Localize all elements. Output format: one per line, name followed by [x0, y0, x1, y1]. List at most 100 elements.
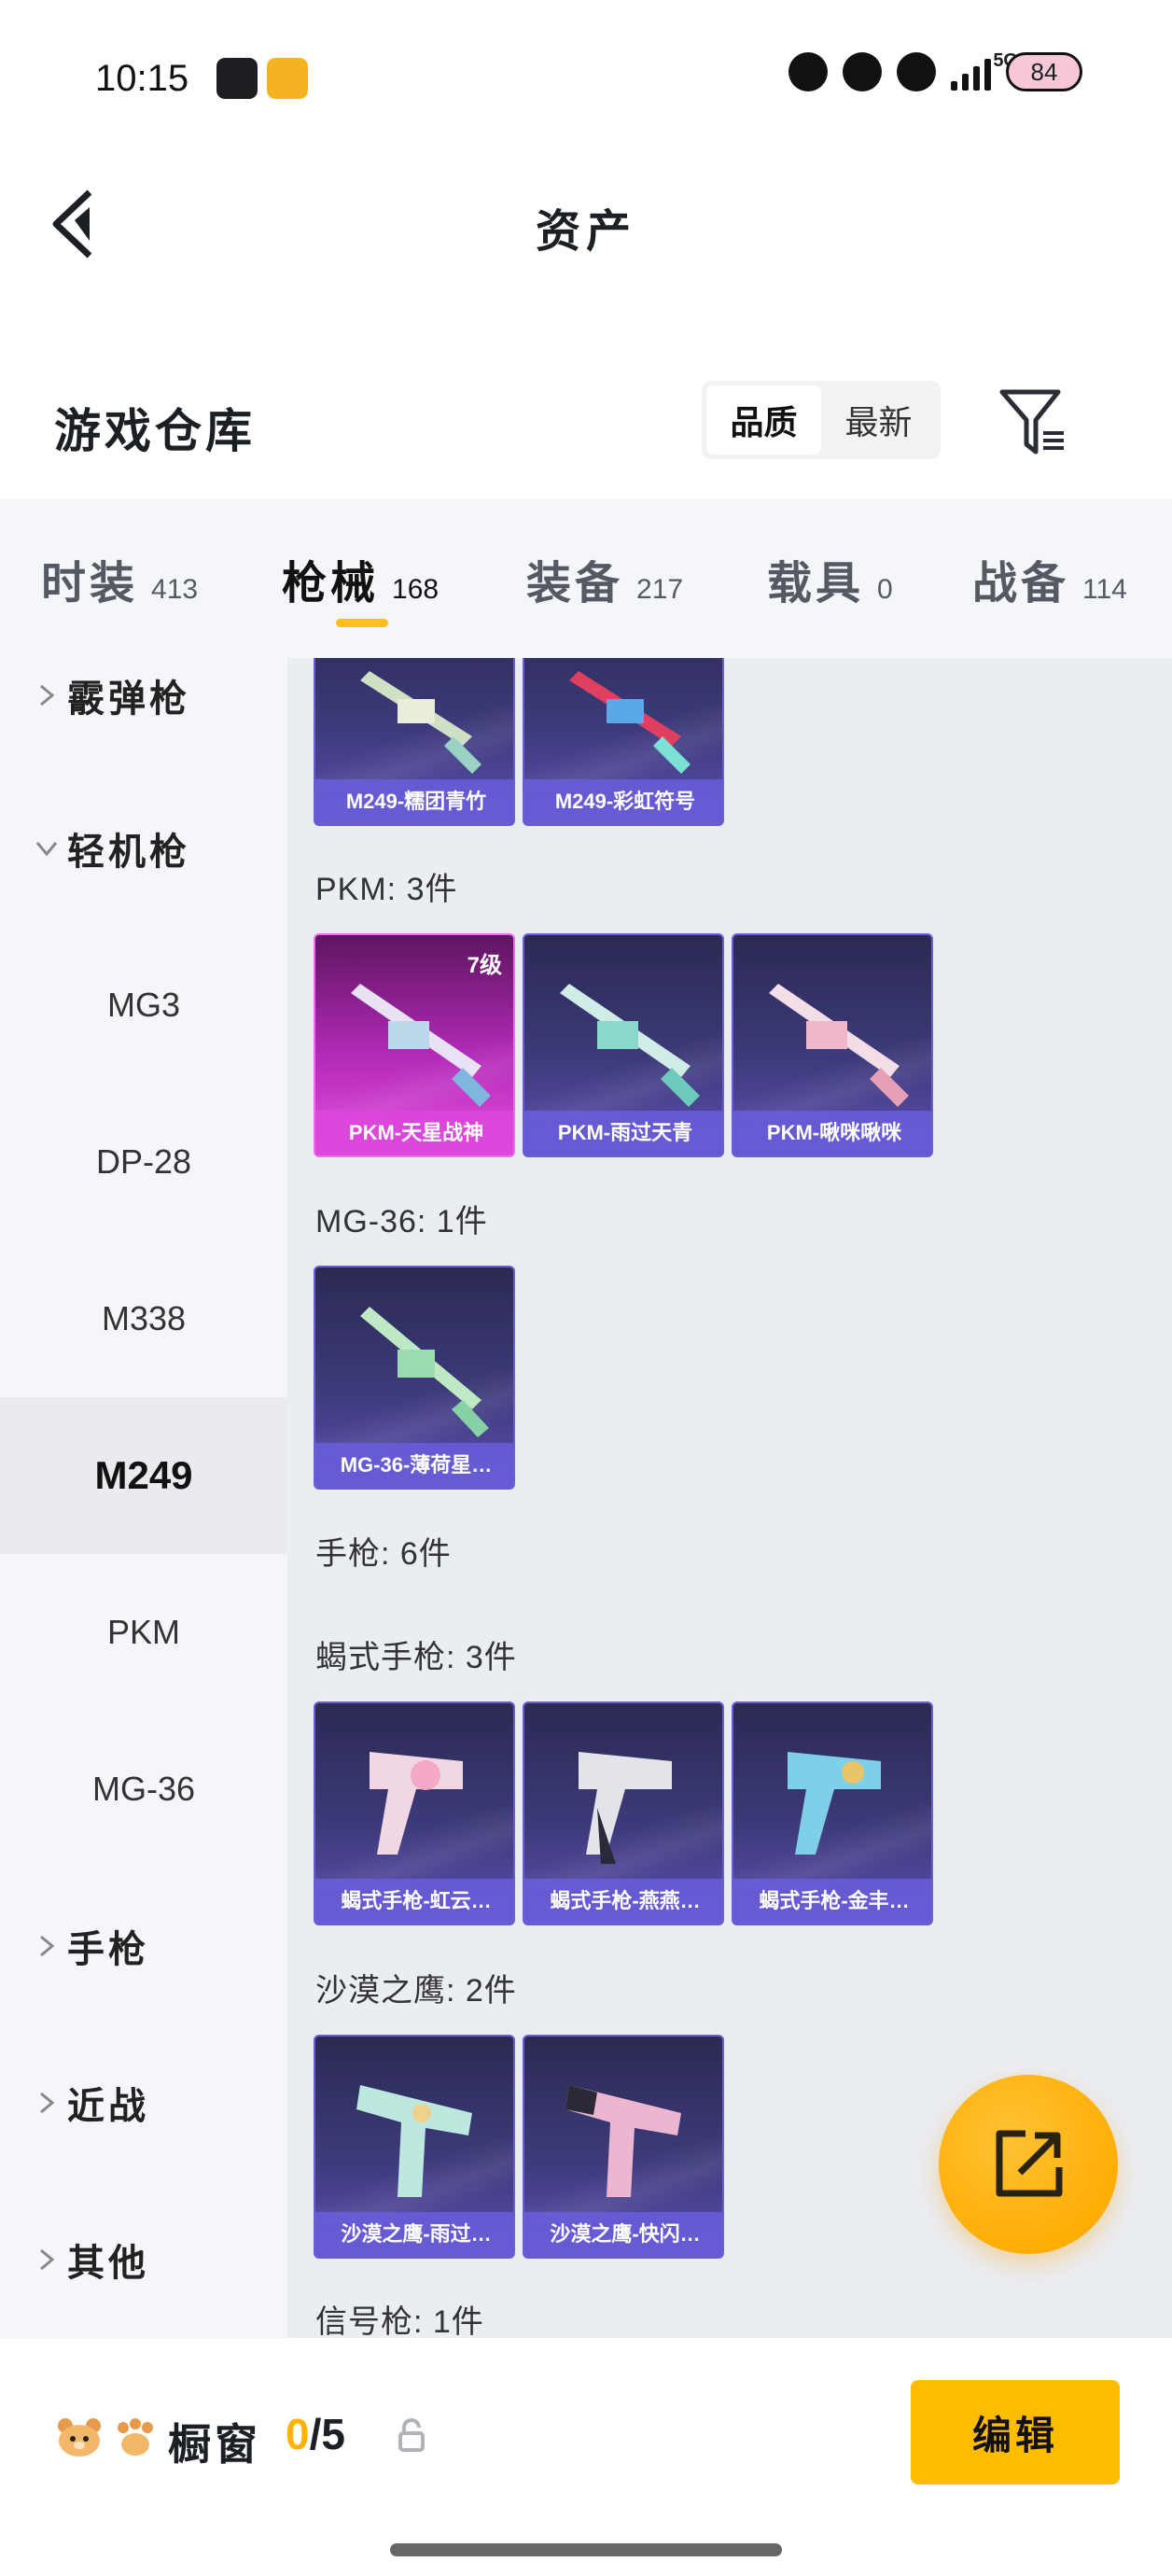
- weapon-card-name: 蝎式手枪-金丰…: [733, 1879, 931, 1924]
- section-label-pkm: PKM: 3件: [315, 872, 458, 907]
- weapon-card-name: PKM-啾咪啾咪: [733, 1111, 931, 1155]
- sidebar-item-label: 手枪: [67, 1929, 149, 1970]
- sidebar-item-label: 近战: [67, 2086, 149, 2127]
- status-bar: 10:15 5G 84: [0, 0, 1172, 140]
- gun-art-icon: [560, 984, 700, 1107]
- section-label-scorpion: 蝎式手枪: 3件: [315, 1640, 517, 1675]
- sidebar-item-lmg[interactable]: 轻机枪: [0, 770, 287, 927]
- weapon-card-name: PKM-雨过天青: [524, 1111, 722, 1155]
- tab-supplies[interactable]: 战备 114: [972, 546, 1127, 611]
- weapon-card[interactable]: M249-彩虹符号: [523, 658, 724, 826]
- sidebar-item-label: 轻机枪: [67, 832, 190, 873]
- sidebar-item-shotgun[interactable]: 霰弹枪: [0, 658, 287, 733]
- weapon-card[interactable]: 7级 PKM-天星战神: [314, 933, 515, 1157]
- sidebar-item-pistol[interactable]: 手枪: [0, 1868, 287, 2024]
- weapon-card-name: 沙漠之鹰-雨过…: [315, 2212, 513, 2257]
- weapon-card[interactable]: PKM-啾咪啾咪: [732, 933, 933, 1157]
- sidebar-item-label: 霰弹枪: [67, 679, 190, 720]
- tab-label: 枪械: [282, 559, 380, 609]
- showcase-count-total: /5: [309, 2410, 345, 2458]
- notification-icon-2: [843, 52, 882, 91]
- tab-label: 战备: [972, 559, 1070, 609]
- edit-button[interactable]: 编辑: [911, 2380, 1120, 2485]
- filter-icon[interactable]: [998, 386, 1067, 457]
- status-time: 10:15: [95, 58, 189, 99]
- weapon-card-name: 蝎式手枪-燕燕…: [524, 1879, 722, 1924]
- gun-art-icon: [370, 1752, 463, 1855]
- home-indicator: [390, 2543, 782, 2556]
- warehouse-header: 游戏仓库 品质 最新: [0, 373, 1172, 476]
- tab-fashion[interactable]: 时装 413: [41, 546, 198, 611]
- sidebar-item-m249[interactable]: M249: [0, 1397, 287, 1554]
- gun-art-icon: [360, 671, 481, 774]
- tab-label: 时装: [41, 559, 139, 609]
- weapon-card-name: 沙漠之鹰-快闪…: [524, 2212, 722, 2257]
- battery-icon: 84: [1006, 52, 1082, 91]
- tab-vehicles[interactable]: 载具 0: [767, 546, 893, 611]
- sidebar-item-label: 其他: [67, 2243, 149, 2284]
- section-label-flare: 信号枪: 1件: [315, 2304, 484, 2338]
- chevron-right-icon: [40, 1935, 55, 1957]
- weapon-card-name: PKM-天星战神: [315, 1111, 513, 1155]
- weapon-card-name: MG-36-薄荷星…: [315, 1443, 513, 1488]
- gun-art-icon: [769, 984, 909, 1107]
- sort-toggle: 品质 最新: [702, 381, 941, 459]
- weapon-card-name: M249-糯团青竹: [315, 779, 513, 824]
- tab-equipment[interactable]: 装备 217: [526, 546, 683, 611]
- weapon-card-name: M249-彩虹符号: [524, 779, 722, 824]
- section-label-mg36: MG-36: 1件: [315, 1204, 488, 1239]
- weapon-card[interactable]: 沙漠之鹰-快闪…: [523, 2035, 724, 2259]
- weapon-card[interactable]: 蝎式手枪-燕燕…: [523, 1701, 724, 1925]
- gun-art-icon: [788, 1752, 881, 1855]
- showcase-count-current: 0: [286, 2410, 310, 2458]
- chevron-down-icon: [35, 842, 58, 857]
- weapon-card[interactable]: 蝎式手枪-金丰…: [732, 1701, 933, 1925]
- signal-icon: [951, 53, 991, 91]
- active-tab-indicator: [336, 619, 388, 627]
- gun-art-icon: [569, 671, 691, 774]
- showcase-label: 橱窗: [168, 2420, 261, 2469]
- tab-label: 装备: [526, 559, 624, 609]
- tab-label: 载具: [767, 559, 865, 609]
- sidebar-item-dp28[interactable]: DP-28: [0, 1084, 287, 1240]
- sidebar-item-m338[interactable]: M338: [0, 1240, 287, 1397]
- sort-latest-button[interactable]: 最新: [821, 385, 936, 455]
- chevron-right-icon: [40, 2092, 55, 2114]
- tab-count: 114: [1082, 574, 1127, 605]
- section-label-deagle: 沙漠之鹰: 2件: [315, 1973, 517, 2009]
- weapon-card[interactable]: PKM-雨过天青: [523, 933, 724, 1157]
- gun-art-icon: [565, 2085, 681, 2197]
- tab-count: 0: [877, 574, 893, 605]
- weapon-card[interactable]: 蝎式手枪-虹云…: [314, 1701, 515, 1925]
- top-bar: 资产: [0, 159, 1172, 285]
- gun-art-icon: [579, 1752, 672, 1864]
- sidebar-item-mg3[interactable]: MG3: [0, 927, 287, 1084]
- gun-art-icon: [351, 984, 491, 1107]
- chevron-right-icon: [40, 2248, 55, 2271]
- sidebar-item-other[interactable]: 其他: [0, 2181, 287, 2338]
- page-title: 资产: [535, 207, 636, 257]
- weapon-card[interactable]: MG-36-薄荷星…: [314, 1266, 515, 1490]
- section-label-pistol: 手枪: 6件: [315, 1536, 452, 1572]
- weapon-type-sidebar: 霰弹枪 轻机枪 MG3 DP-28 M338 M249 PKM MG-36 手枪…: [0, 658, 287, 2338]
- sidebar-item-pkm[interactable]: PKM: [0, 1554, 287, 1711]
- app-icon-2: [267, 58, 308, 99]
- warehouse-title: 游戏仓库: [54, 405, 256, 457]
- gun-art-icon: [360, 1307, 489, 1437]
- tab-count: 168: [392, 574, 440, 605]
- chevron-right-icon: [40, 684, 55, 707]
- weapon-card[interactable]: 沙漠之鹰-雨过…: [314, 2035, 515, 2259]
- weapon-card[interactable]: M249-糯团青竹: [314, 658, 515, 826]
- gun-art-icon: [356, 2085, 472, 2197]
- share-icon: [996, 2130, 1063, 2197]
- sort-quality-button[interactable]: 品质: [706, 385, 821, 455]
- notification-icon-3: [897, 52, 936, 91]
- category-tabs: 时装 413 枪械 168 装备 217 载具 0 战备 114: [0, 499, 1172, 658]
- bear-face-icon: [58, 2418, 101, 2457]
- share-button[interactable]: [939, 2075, 1118, 2254]
- bottom-bar: 橱窗 0/5 编辑: [0, 2338, 1172, 2576]
- sidebar-item-mg36[interactable]: MG-36: [0, 1711, 287, 1868]
- tab-firearms[interactable]: 枪械 168: [282, 546, 439, 611]
- sidebar-item-melee[interactable]: 近战: [0, 2024, 287, 2181]
- lock-icon: [398, 2418, 425, 2452]
